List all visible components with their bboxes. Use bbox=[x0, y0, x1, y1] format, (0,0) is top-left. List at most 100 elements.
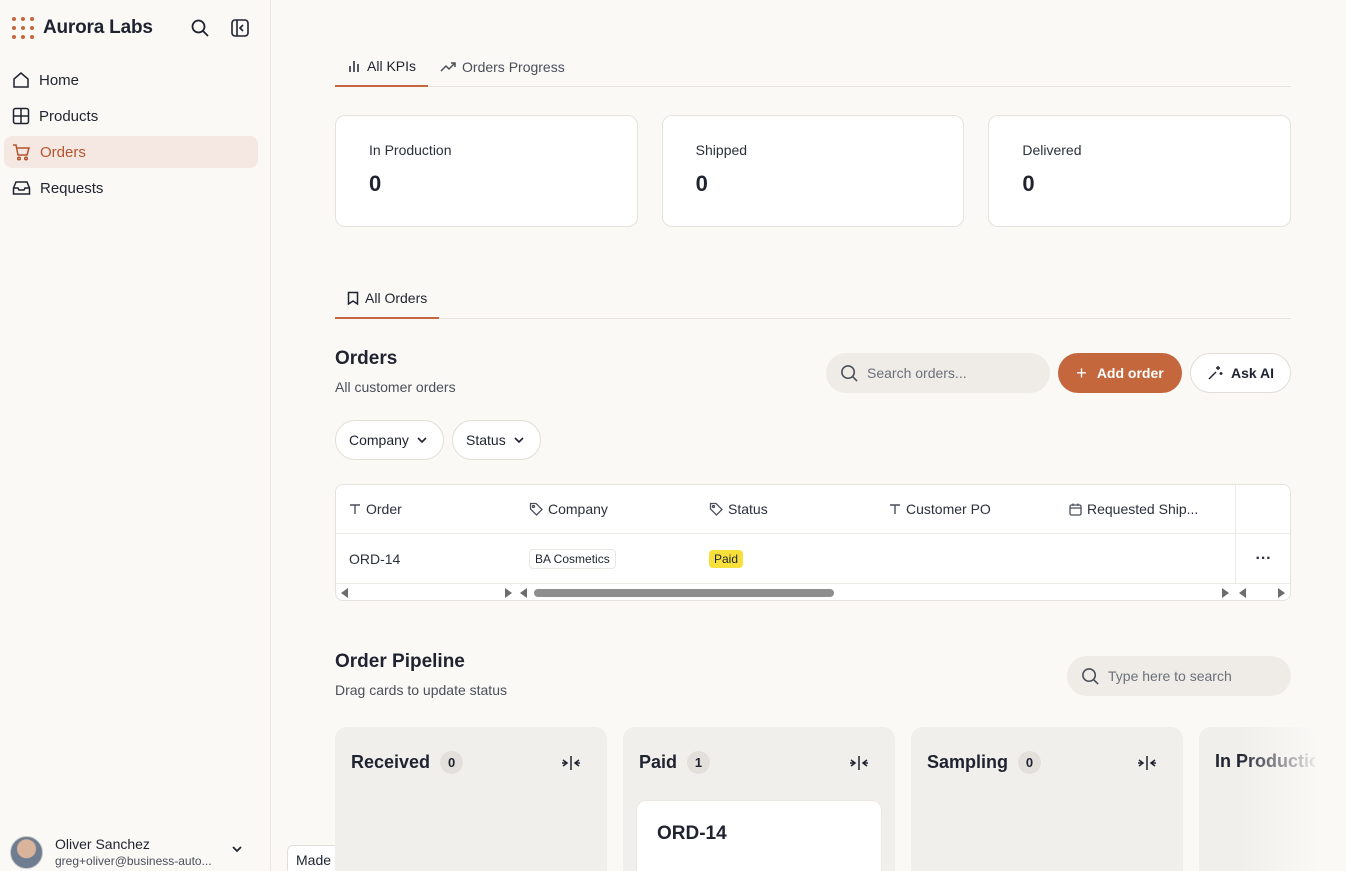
bar-chart-icon bbox=[349, 61, 359, 72]
column-header-customer-po[interactable]: Customer PO bbox=[876, 485, 1056, 533]
pipeline-board: Received 0 Paid 1 ORD-14 Sampling 0 In bbox=[335, 727, 1315, 871]
collapse-column-icon[interactable] bbox=[849, 754, 869, 772]
column-count: 1 bbox=[687, 751, 711, 774]
tab-label: All Orders bbox=[365, 290, 428, 306]
column-header-requested-ship[interactable]: Requested Ship... bbox=[1056, 485, 1235, 533]
orders-title: Orders bbox=[335, 348, 398, 369]
board-scroll-fade bbox=[1239, 727, 1346, 871]
kpi-value: 0 bbox=[1022, 171, 1035, 196]
table-row[interactable]: ORD-14 BA Cosmetics Paid ··· bbox=[336, 534, 1290, 584]
pipeline-subtitle: Drag cards to update status bbox=[335, 682, 507, 698]
orders-search-input[interactable]: Search orders... bbox=[826, 353, 1050, 393]
sidebar-item-label: Orders bbox=[40, 143, 86, 161]
sidebar: Aurora Labs Home Products Orders Request… bbox=[0, 0, 271, 871]
kpi-label: In Production bbox=[369, 142, 452, 158]
plus-icon: + bbox=[1076, 362, 1087, 383]
company-chip: BA Cosmetics bbox=[529, 548, 616, 569]
column-header-status[interactable]: Status bbox=[696, 485, 876, 533]
user-menu[interactable]: Oliver Sanchez greg+oliver@business-auto… bbox=[10, 834, 260, 870]
scroll-right-arrow-icon[interactable] bbox=[1278, 588, 1285, 598]
scroll-left-arrow-icon[interactable] bbox=[520, 588, 527, 598]
sidebar-nav: Home Products Orders Requests bbox=[4, 64, 258, 208]
row-actions-button[interactable]: ··· bbox=[1235, 534, 1290, 583]
pipeline-title: Order Pipeline bbox=[335, 651, 465, 672]
scroll-left-arrow-icon[interactable] bbox=[341, 588, 348, 598]
kpi-value: 0 bbox=[369, 171, 382, 196]
scroll-right-arrow-icon[interactable] bbox=[505, 588, 512, 598]
avatar bbox=[10, 835, 43, 869]
column-label: Customer PO bbox=[906, 501, 991, 517]
cart-icon bbox=[13, 144, 30, 161]
sidebar-item-label: Products bbox=[39, 107, 99, 125]
calendar-icon bbox=[1069, 503, 1082, 516]
tab-all-orders[interactable]: All Orders bbox=[335, 279, 440, 319]
search-icon bbox=[1082, 667, 1099, 685]
tab-orders-progress[interactable]: Orders Progress bbox=[428, 47, 577, 87]
orders-tabs: All Orders bbox=[335, 279, 1291, 319]
sidebar-item-requests[interactable]: Requests bbox=[4, 172, 258, 204]
sidebar-item-label: Requests bbox=[40, 179, 104, 197]
pipeline-search-input[interactable]: Type here to search bbox=[1067, 656, 1291, 696]
column-label: Order bbox=[366, 501, 402, 517]
sidebar-item-home[interactable]: Home bbox=[4, 64, 258, 96]
search-placeholder: Type here to search bbox=[1108, 668, 1232, 684]
sidebar-item-orders[interactable]: Orders bbox=[4, 136, 258, 168]
column-label: Company bbox=[548, 501, 608, 517]
kpi-card-shipped: Shipped 0 bbox=[661, 115, 965, 227]
column-title: Sampling bbox=[927, 752, 1009, 772]
pipeline-column-sampling[interactable]: Sampling 0 bbox=[911, 727, 1183, 871]
chevron-down-icon bbox=[514, 437, 524, 444]
brand-logo-icon bbox=[12, 17, 34, 39]
kpi-cards: In Production 0 Shipped 0 Delivered 0 bbox=[335, 115, 1292, 227]
ask-ai-button[interactable]: Ask AI bbox=[1190, 353, 1291, 393]
cell-order: ORD-14 bbox=[349, 550, 401, 567]
scroll-right-arrow-icon[interactable] bbox=[1222, 588, 1229, 598]
scroll-thumb[interactable] bbox=[534, 589, 834, 597]
column-header-order[interactable]: Order bbox=[336, 485, 516, 533]
text-icon bbox=[350, 504, 360, 514]
collapse-column-icon[interactable] bbox=[1137, 754, 1157, 772]
search-icon[interactable] bbox=[188, 16, 212, 40]
brand-name: Aurora Labs bbox=[43, 17, 153, 38]
kpi-label: Delivered bbox=[1022, 142, 1082, 158]
status-badge: Paid bbox=[709, 549, 744, 568]
kpi-label: Shipped bbox=[695, 142, 748, 158]
inbox-icon bbox=[12, 181, 31, 195]
cell-company: BA Cosmetics bbox=[516, 534, 696, 583]
scroll-left-arrow-icon[interactable] bbox=[1239, 588, 1246, 598]
kpi-tabs: All KPIs Orders Progress bbox=[335, 47, 1291, 87]
pipeline-header: Order Pipeline Drag cards to update stat… bbox=[335, 651, 507, 698]
column-label: Requested Ship... bbox=[1087, 501, 1199, 517]
column-count: 0 bbox=[1018, 751, 1042, 774]
column-header-company[interactable]: Company bbox=[516, 485, 696, 533]
kpi-card-in-production: In Production 0 bbox=[335, 115, 638, 227]
card-title: ORD-14 bbox=[657, 823, 727, 844]
collapse-sidebar-icon[interactable] bbox=[228, 16, 252, 40]
user-email: greg+oliver@business-auto... bbox=[55, 854, 212, 868]
filter-status[interactable]: Status bbox=[452, 420, 541, 460]
orders-header: Orders All customer orders bbox=[335, 348, 456, 395]
orders-table: Order Company Status Customer PO Request… bbox=[335, 484, 1291, 601]
pipeline-column-paid[interactable]: Paid 1 ORD-14 bbox=[623, 727, 895, 871]
collapse-column-icon[interactable] bbox=[561, 754, 581, 772]
add-order-label: Add order bbox=[1096, 365, 1164, 381]
search-placeholder: Search orders... bbox=[867, 365, 967, 381]
column-count: 0 bbox=[440, 751, 464, 774]
user-name: Oliver Sanchez bbox=[55, 836, 150, 852]
column-header-actions bbox=[1235, 485, 1290, 533]
brand[interactable]: Aurora Labs bbox=[12, 16, 153, 40]
filter-company[interactable]: Company bbox=[335, 420, 444, 460]
cell-status: Paid bbox=[696, 534, 876, 583]
sidebar-item-products[interactable]: Products bbox=[4, 100, 258, 132]
orders-subtitle: All customer orders bbox=[335, 379, 456, 395]
chevron-down-icon[interactable] bbox=[230, 842, 244, 856]
pipeline-card[interactable]: ORD-14 bbox=[636, 800, 882, 871]
tab-all-kpis[interactable]: All KPIs bbox=[335, 47, 429, 87]
pipeline-column-received[interactable]: Received 0 bbox=[335, 727, 607, 871]
tag-icon bbox=[709, 502, 723, 516]
tag-icon bbox=[529, 502, 543, 516]
table-horizontal-scrollbar[interactable] bbox=[336, 585, 1290, 600]
home-icon bbox=[13, 72, 29, 88]
search-icon bbox=[841, 364, 858, 382]
add-order-button[interactable]: + Add order bbox=[1058, 353, 1182, 393]
